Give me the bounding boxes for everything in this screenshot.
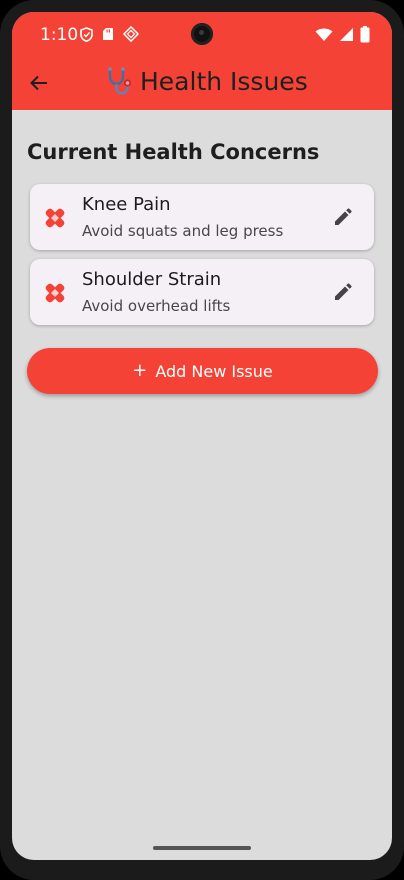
home-indicator[interactable] bbox=[153, 846, 251, 850]
edit-icon[interactable] bbox=[332, 281, 354, 303]
app-bar: Health Issues bbox=[12, 56, 392, 110]
back-button[interactable] bbox=[26, 70, 52, 96]
battery-icon bbox=[360, 26, 370, 43]
status-time: 1:10 bbox=[40, 25, 79, 45]
edit-icon[interactable] bbox=[332, 206, 354, 228]
issue-card-knee-pain[interactable]: Knee Pain Avoid squats and leg press bbox=[30, 184, 374, 250]
bandage-icon bbox=[45, 208, 65, 228]
plus-icon: + bbox=[132, 360, 148, 381]
add-button-label: Add New Issue bbox=[155, 361, 273, 381]
stethoscope-icon bbox=[108, 67, 132, 95]
phone-frame: 1:10 Health Issues Current Health Concer… bbox=[0, 0, 404, 880]
app-title-wrap: Health Issues bbox=[104, 66, 308, 96]
issue-subtitle: Avoid squats and leg press bbox=[82, 222, 284, 240]
issue-subtitle: Avoid overhead lifts bbox=[82, 297, 231, 315]
add-new-issue-button[interactable]: + Add New Issue bbox=[27, 348, 378, 394]
shield-icon bbox=[80, 26, 93, 42]
sim-icon bbox=[123, 26, 139, 42]
status-bar: 1:10 bbox=[12, 12, 392, 56]
signal-icon bbox=[340, 28, 353, 41]
wifi-icon bbox=[315, 28, 333, 41]
status-right-icons bbox=[315, 26, 370, 43]
camera-cutout bbox=[191, 23, 213, 45]
screen: 1:10 Health Issues Current Health Concer… bbox=[12, 12, 392, 860]
page-title: Health Issues bbox=[140, 66, 308, 96]
arrow-back-icon bbox=[30, 75, 47, 91]
sd-card-icon bbox=[103, 28, 113, 40]
issue-title: Knee Pain bbox=[82, 194, 171, 215]
status-left-icons bbox=[80, 26, 139, 42]
issue-card-shoulder-strain[interactable]: Shoulder Strain Avoid overhead lifts bbox=[30, 259, 374, 325]
section-title: Current Health Concerns bbox=[27, 140, 320, 164]
bandage-icon bbox=[45, 283, 65, 303]
issue-title: Shoulder Strain bbox=[82, 269, 222, 290]
